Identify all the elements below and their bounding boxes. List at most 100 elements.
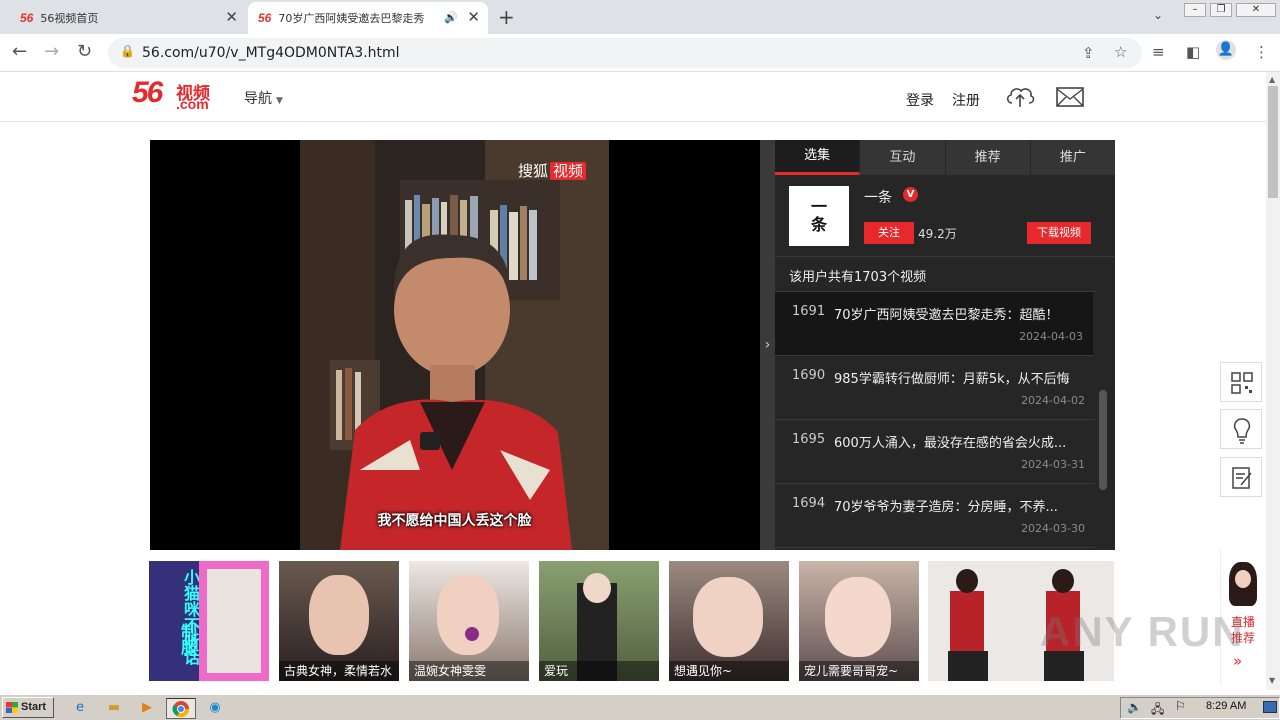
- window-close-icon[interactable]: ✕: [1236, 3, 1276, 17]
- caret-down-icon: ▼: [276, 96, 283, 106]
- bookmark-star-icon[interactable]: ☆: [1114, 43, 1127, 61]
- uploader-name[interactable]: 一条: [864, 187, 892, 207]
- nav-dropdown[interactable]: 导航 ▼: [244, 88, 283, 108]
- episode-panel: 选集 互动 推荐 推广 一条 一条 V 关注 49.2万 下载视频 该用户共有1…: [775, 140, 1115, 550]
- reading-list-icon[interactable]: ≡: [1152, 43, 1165, 61]
- volume-icon[interactable]: 🔈: [1127, 700, 1142, 714]
- lock-icon[interactable]: 🔒: [120, 44, 135, 58]
- tab-promote[interactable]: 推广: [1031, 140, 1115, 175]
- episode-title[interactable]: 70岁爷爷为妻子造房：分房睡，不养...: [834, 496, 1086, 515]
- list-item[interactable]: 1694 70岁爷爷为妻子造房：分房睡，不养... 2024-03-30: [775, 484, 1095, 548]
- login-link[interactable]: 登录: [906, 90, 934, 110]
- tab-current-video[interactable]: 56 70岁广西阿姨受邀去巴黎走秀 🔊 ✕: [248, 2, 488, 34]
- ad-card[interactable]: 宠儿需要哥哥宠~: [799, 561, 919, 681]
- system-tray: 🔈 🖧 ⚐: [1120, 697, 1280, 719]
- avatar-text: 一条: [810, 197, 827, 234]
- browser-toolbar: ← → ↻ 🔒 56.com/u70/v_MTg4ODM0NTA3.html ⇪…: [0, 34, 1280, 72]
- side-panel-icon[interactable]: ◧: [1186, 43, 1200, 61]
- ad-card[interactable]: 温婉女神雯雯: [409, 561, 529, 681]
- share-icon[interactable]: ⇪: [1082, 44, 1095, 62]
- episode-date: 2024-03-30: [1021, 522, 1085, 535]
- minimize-icon[interactable]: –: [1184, 3, 1206, 17]
- edge-icon[interactable]: ◉: [205, 698, 225, 718]
- media-player-icon[interactable]: ▶: [137, 698, 157, 718]
- show-desktop-icon[interactable]: [1263, 701, 1277, 713]
- new-tab-icon[interactable]: +: [498, 5, 515, 29]
- episode-number: 1691: [792, 304, 826, 319]
- close-tab-icon[interactable]: ✕: [225, 8, 238, 26]
- reload-icon[interactable]: ↻: [77, 41, 92, 62]
- scrollbar-thumb[interactable]: [1268, 86, 1278, 198]
- episode-date: 2024-03-31: [1021, 458, 1085, 471]
- address-bar[interactable]: 🔒 56.com/u70/v_MTg4ODM0NTA3.html ⇪ ☆: [108, 38, 1142, 68]
- url-text[interactable]: 56.com/u70/v_MTg4ODM0NTA3.html: [142, 45, 400, 61]
- flag-icon[interactable]: ⚐: [1175, 699, 1186, 713]
- episode-list: 1691 70岁广西阿姨受邀去巴黎走秀：超酷！ 2024-04-03 1690 …: [775, 291, 1095, 548]
- browser-tab-bar: 56 56视频首页 ✕ 56 70岁广西阿姨受邀去巴黎走秀 🔊 ✕ + ⌄ – …: [0, 0, 1280, 34]
- page-scrollbar[interactable]: ▲ ▼: [1266, 72, 1280, 690]
- menu-kebab-icon[interactable]: ⋮: [1254, 43, 1269, 61]
- feedback-button[interactable]: [1220, 457, 1262, 497]
- scroll-up-icon[interactable]: ▲: [1269, 75, 1275, 84]
- episode-number: 1690: [792, 368, 826, 383]
- episode-title[interactable]: 985学霸转行做厨师：月薪5k，从不后悔: [834, 368, 1086, 387]
- audio-playing-icon[interactable]: 🔊: [444, 11, 458, 24]
- qrcode-button[interactable]: [1220, 362, 1262, 402]
- restore-icon[interactable]: ❐: [1210, 3, 1232, 17]
- ad-card[interactable]: 古典女神，柔情若水: [279, 561, 399, 681]
- tab-56-home[interactable]: 56 56视频首页 ✕: [10, 2, 246, 34]
- close-tab-icon[interactable]: ✕: [467, 8, 480, 26]
- site-favicon: 56: [20, 11, 34, 25]
- video-subtitle: 我不愿给中国人丢这个脸: [377, 513, 532, 529]
- tab-recommend[interactable]: 推荐: [946, 140, 1031, 175]
- logo-56: 56: [132, 76, 163, 109]
- forward-icon[interactable]: →: [44, 41, 59, 62]
- follow-button[interactable]: 关注: [864, 222, 914, 244]
- ad-card[interactable]: 爱玩: [539, 561, 659, 681]
- mail-icon[interactable]: [1056, 86, 1084, 108]
- verified-badge-icon: V: [903, 187, 918, 202]
- ad-caption: 想遇见你~: [669, 661, 789, 681]
- fans-count: 49.2万: [918, 227, 957, 241]
- list-item[interactable]: 1695 600万人涌入，最没存在感的省会火成... 2024-03-31: [775, 420, 1095, 484]
- ad-card[interactable]: 小猫咪不听话 制服: [149, 561, 269, 681]
- tab-search-chevron-icon[interactable]: ⌄: [1153, 8, 1163, 22]
- list-item[interactable]: 1690 985学霸转行做厨师：月薪5k，从不后悔 2024-04-02: [775, 356, 1095, 420]
- watermark-prefix: 搜狐: [518, 162, 549, 180]
- qrcode-icon: [1231, 372, 1253, 394]
- logo-com: .com: [176, 96, 209, 112]
- network-icon[interactable]: 🖧: [1151, 700, 1164, 721]
- ie-icon[interactable]: e: [70, 698, 90, 718]
- episode-title[interactable]: 600万人涌入，最没存在感的省会火成...: [834, 432, 1086, 451]
- episode-title[interactable]: 70岁广西阿姨受邀去巴黎走秀：超酷！: [834, 304, 1086, 323]
- tab-interact[interactable]: 互动: [860, 140, 946, 175]
- ad-caption: 爱玩: [539, 661, 659, 681]
- register-link[interactable]: 注册: [952, 90, 980, 110]
- idea-button[interactable]: [1220, 409, 1262, 449]
- video-player[interactable]: 搜狐 视频 我不愿给中国人丢这个脸: [150, 140, 760, 550]
- profile-icon[interactable]: 👤: [1216, 40, 1236, 60]
- windows-flag-icon: [6, 702, 18, 713]
- download-video-button[interactable]: 下载视频: [1027, 222, 1091, 244]
- ad-card[interactable]: 想遇见你~: [669, 561, 789, 681]
- back-icon[interactable]: ←: [12, 41, 27, 62]
- start-button[interactable]: Start: [2, 697, 54, 718]
- lightbulb-icon: [1233, 418, 1251, 444]
- start-label: Start: [21, 701, 47, 713]
- tab-episodes[interactable]: 选集: [775, 140, 861, 175]
- panel-collapse-chevron-icon[interactable]: ›: [760, 140, 775, 550]
- scroll-down-icon[interactable]: ▼: [1269, 676, 1275, 685]
- panel-tabs: 选集 互动 推荐 推广: [775, 140, 1115, 175]
- ad-caption: 古典女神，柔情若水: [279, 661, 399, 681]
- folder-icon[interactable]: ▬: [104, 698, 124, 718]
- site-favicon: 56: [258, 11, 272, 25]
- chrome-icon[interactable]: [166, 698, 196, 719]
- avatar[interactable]: 一条: [789, 186, 849, 246]
- upload-cloud-icon[interactable]: [1005, 83, 1035, 109]
- video-frame[interactable]: [300, 140, 609, 550]
- panel-scrollbar[interactable]: [1099, 390, 1107, 490]
- site-logo[interactable]: 56 视频 .com: [132, 76, 224, 114]
- list-item[interactable]: 1691 70岁广西阿姨受邀去巴黎走秀：超酷！ 2024-04-03: [775, 292, 1093, 356]
- live-avatar: [1229, 562, 1257, 606]
- sohu-video-watermark: 搜狐 视频: [518, 160, 587, 181]
